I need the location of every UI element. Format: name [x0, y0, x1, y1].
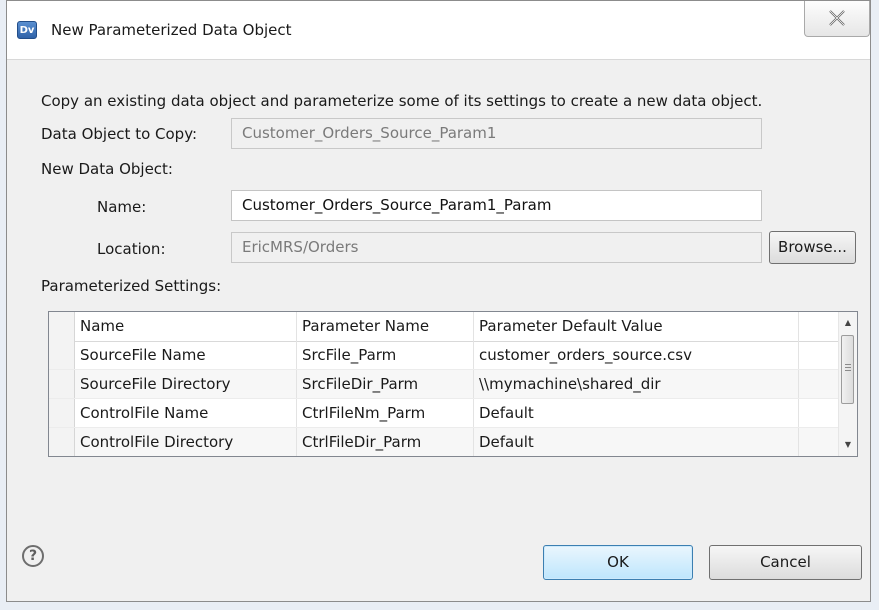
browse-button[interactable]: Browse...: [769, 231, 856, 264]
column-header-filler: [799, 312, 838, 341]
cell-filler: [799, 341, 838, 369]
cell-name[interactable]: ControlFile Directory: [75, 428, 297, 456]
cell-parameter-name[interactable]: SrcFile_Parm: [297, 341, 474, 369]
settings-label: Parameterized Settings:: [41, 277, 222, 295]
cell-parameter-name[interactable]: CtrlFileDir_Parm: [297, 428, 474, 456]
cancel-button[interactable]: Cancel: [709, 545, 862, 580]
row-header[interactable]: [49, 370, 75, 398]
cell-default-value[interactable]: Default: [474, 399, 799, 427]
cell-filler: [799, 399, 838, 427]
column-header-default-value[interactable]: Parameter Default Value: [474, 312, 799, 341]
scrollbar-thumb[interactable]: [841, 335, 854, 404]
table-row[interactable]: SourceFile Directory SrcFileDir_Parm \\m…: [49, 370, 838, 399]
cell-default-value[interactable]: \\mymachine\shared_dir: [474, 370, 799, 398]
copy-object-label: Data Object to Copy:: [41, 125, 198, 143]
title-bar: Dv New Parameterized Data Object: [7, 1, 870, 60]
dialog-description: Copy an existing data object and paramet…: [41, 92, 763, 110]
window-title: New Parameterized Data Object: [51, 21, 292, 39]
scroll-up-arrow-icon[interactable]: ▲: [839, 314, 857, 332]
grip-line: [845, 367, 851, 368]
close-button[interactable]: [804, 1, 870, 37]
ok-button[interactable]: OK: [543, 545, 693, 580]
help-icon[interactable]: ?: [22, 545, 44, 567]
cell-default-value[interactable]: customer_orders_source.csv: [474, 341, 799, 369]
table-header-row: Name Parameter Name Parameter Default Va…: [49, 312, 838, 342]
table-vertical-scrollbar[interactable]: ▲ ▼: [838, 312, 857, 456]
dialog-window: Dv New Parameterized Data Object Copy an…: [6, 0, 871, 602]
table-row[interactable]: SourceFile Name SrcFile_Parm customer_or…: [49, 341, 838, 370]
name-input[interactable]: Customer_Orders_Source_Param1_Param: [231, 190, 762, 221]
cell-name[interactable]: ControlFile Name: [75, 399, 297, 427]
column-header-parameter-name[interactable]: Parameter Name: [297, 312, 474, 341]
row-header-corner: [49, 312, 75, 341]
column-header-name[interactable]: Name: [75, 312, 297, 341]
cell-filler: [799, 428, 838, 456]
grip-line: [845, 364, 851, 365]
cell-parameter-name[interactable]: SrcFileDir_Parm: [297, 370, 474, 398]
close-icon: [829, 10, 845, 26]
cell-parameter-name[interactable]: CtrlFileNm_Parm: [297, 399, 474, 427]
cell-name[interactable]: SourceFile Name: [75, 341, 297, 369]
location-field: EricMRS/Orders: [231, 232, 762, 263]
cell-name[interactable]: SourceFile Directory: [75, 370, 297, 398]
app-icon: Dv: [17, 21, 37, 39]
new-object-label: New Data Object:: [41, 160, 173, 178]
scroll-down-arrow-icon[interactable]: ▼: [839, 436, 857, 454]
row-header[interactable]: [49, 341, 75, 369]
table-row[interactable]: ControlFile Directory CtrlFileDir_Parm D…: [49, 428, 838, 456]
location-label: Location:: [97, 240, 166, 258]
parameterized-settings-table[interactable]: Name Parameter Name Parameter Default Va…: [48, 311, 858, 457]
table-row[interactable]: ControlFile Name CtrlFileNm_Parm Default: [49, 399, 838, 428]
cell-default-value[interactable]: Default: [474, 428, 799, 456]
name-label: Name:: [97, 198, 147, 216]
cell-filler: [799, 370, 838, 398]
row-header[interactable]: [49, 428, 75, 456]
grip-line: [845, 370, 851, 371]
row-header[interactable]: [49, 399, 75, 427]
copy-object-field: Customer_Orders_Source_Param1: [231, 118, 762, 149]
